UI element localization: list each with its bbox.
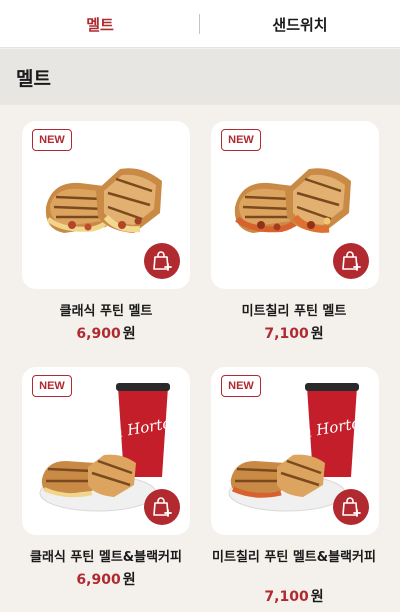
product-card-classic-poutine-melt[interactable]: NEW bbox=[22, 121, 190, 289]
product-card-meat-chili-poutine-melt-black-coffee[interactable]: NEW Tim Hortons bbox=[211, 367, 379, 535]
product-price: 6,900 원 bbox=[76, 572, 136, 588]
tab-sandwich[interactable]: 샌드위치 bbox=[200, 0, 400, 48]
product-name[interactable]: 미트칠리 푸틴 멜트 bbox=[200, 303, 388, 320]
shopping-bag-add-icon bbox=[342, 251, 361, 271]
add-to-cart-button[interactable] bbox=[144, 243, 180, 279]
panini-sandwich-image bbox=[234, 168, 351, 233]
category-tabbar: 멜트 샌드위치 bbox=[0, 0, 400, 48]
section-title: 멜트 bbox=[16, 67, 51, 90]
section-header: 멜트 bbox=[0, 49, 400, 105]
shopping-bag-add-icon bbox=[342, 497, 361, 517]
add-to-cart-button[interactable] bbox=[144, 489, 180, 525]
add-to-cart-button[interactable] bbox=[333, 243, 369, 279]
new-badge: NEW bbox=[32, 129, 72, 151]
product-price: 7,100 원 bbox=[264, 589, 324, 605]
product-card-classic-poutine-melt-black-coffee[interactable]: NEW Tim Hortons bbox=[22, 367, 190, 535]
product-name[interactable]: 클래식 푸틴 멜트&블랙커피 bbox=[12, 549, 200, 566]
add-to-cart-button[interactable] bbox=[333, 489, 369, 525]
product-grid: NEW 클래식 푸틴 멜트 6,900 원 NEW 미트칠리 푸틴 멜트 7,1… bbox=[0, 105, 400, 612]
panini-sandwich-image bbox=[45, 168, 162, 233]
product-price: 7,100 원 bbox=[264, 326, 324, 342]
product-card-meat-chili-poutine-melt[interactable]: NEW bbox=[211, 121, 379, 289]
tab-melt[interactable]: 멜트 bbox=[0, 0, 200, 48]
product-price: 6,900 원 bbox=[76, 326, 136, 342]
shopping-bag-add-icon bbox=[153, 251, 172, 271]
product-name[interactable]: 미트칠리 푸틴 멜트&블랙커피 bbox=[200, 549, 388, 566]
shopping-bag-add-icon bbox=[153, 497, 172, 517]
new-badge: NEW bbox=[221, 129, 261, 151]
product-name[interactable]: 클래식 푸틴 멜트 bbox=[12, 303, 200, 320]
